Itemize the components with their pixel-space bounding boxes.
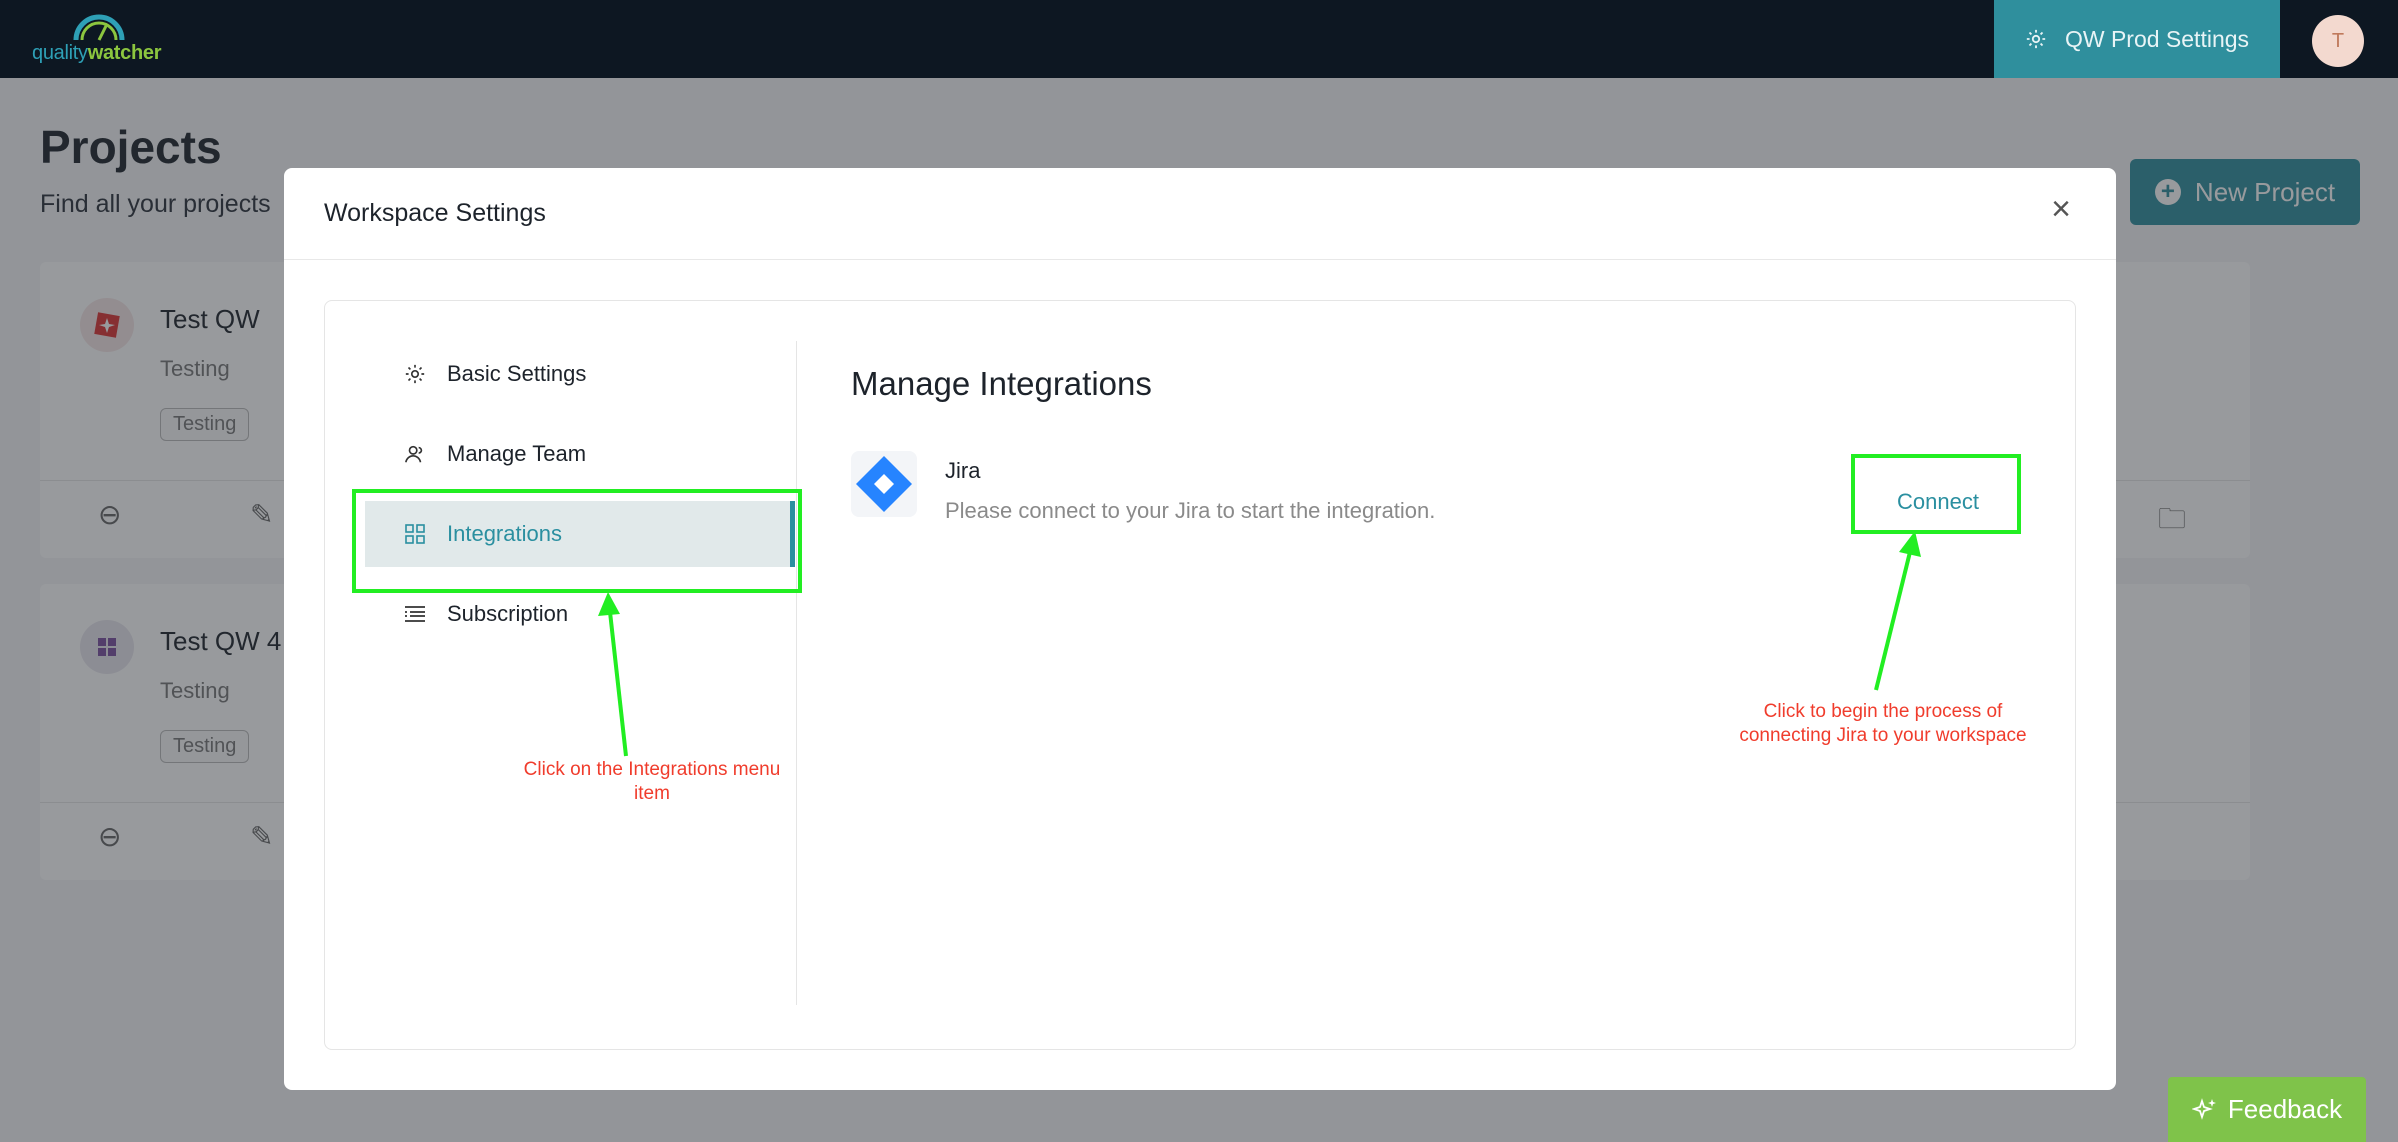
feedback-button[interactable]: Feedback [2168, 1077, 2366, 1142]
sparkle-icon [2191, 1097, 2216, 1120]
integrations-annotation: Click on the Integrations menu item [523, 759, 781, 804]
feedback-label: Feedback [2227, 1094, 2343, 1124]
connect-annotation: Click to begin the process of connecting… [1739, 701, 2027, 746]
annotation-arrows [598, 531, 1921, 757]
